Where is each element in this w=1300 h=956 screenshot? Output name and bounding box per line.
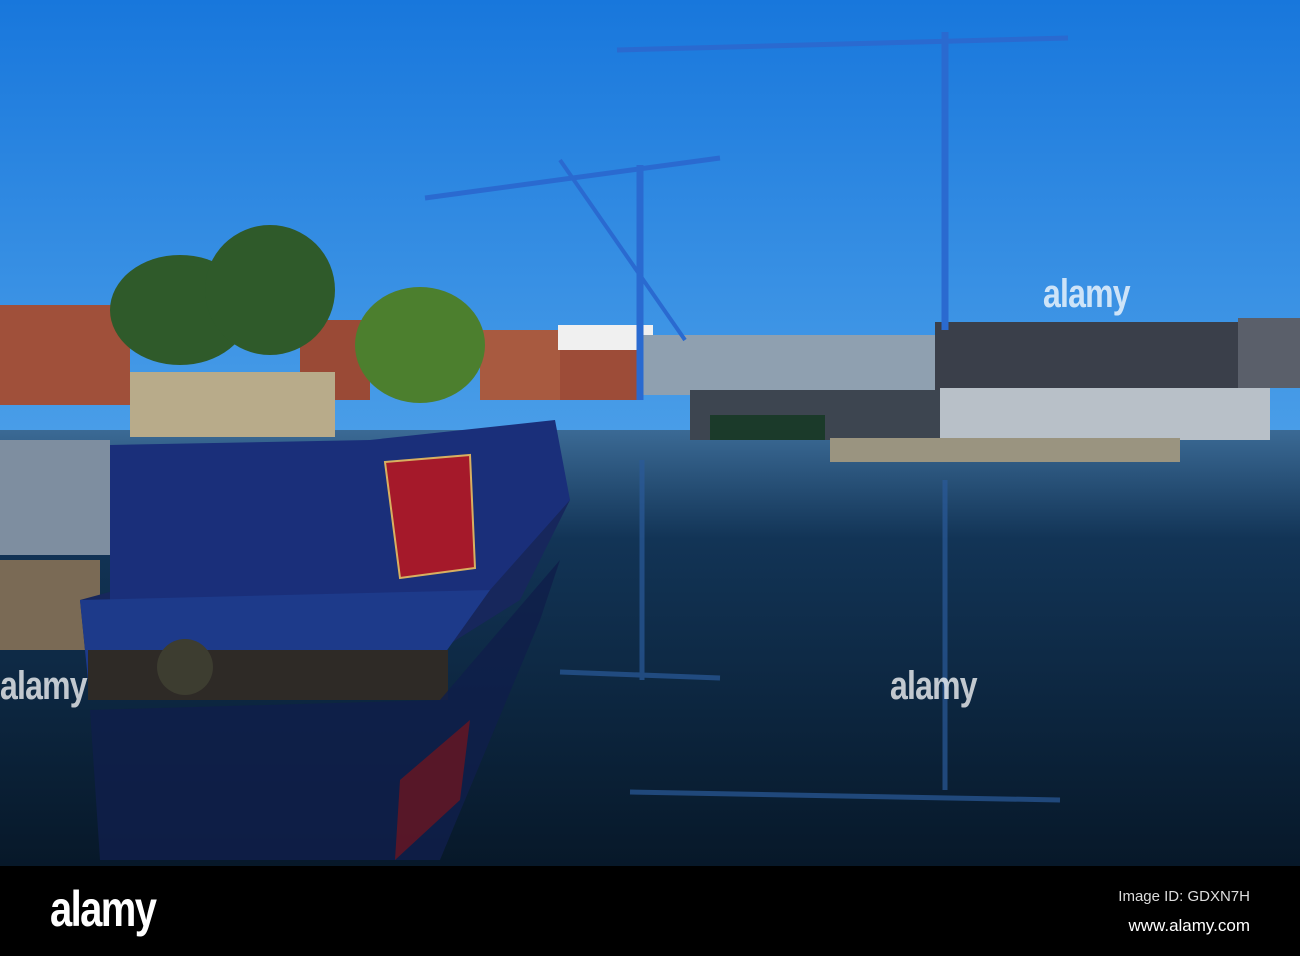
alamy-logo[interactable]: alamy	[50, 880, 157, 938]
moored-boat	[0, 440, 110, 555]
website-link[interactable]: www.alamy.com	[1128, 916, 1250, 936]
watermark: alamy	[890, 664, 978, 708]
watermark: alamy	[0, 664, 88, 708]
image-id: Image ID: GDXN7H	[1118, 888, 1250, 905]
footer-bar: alamy Image ID: GDXN7H www.alamy.com	[0, 866, 1300, 956]
canal-marina-photo	[0, 0, 1300, 866]
watermark: alamy	[1043, 272, 1131, 316]
distant-narrowboat	[710, 415, 825, 440]
